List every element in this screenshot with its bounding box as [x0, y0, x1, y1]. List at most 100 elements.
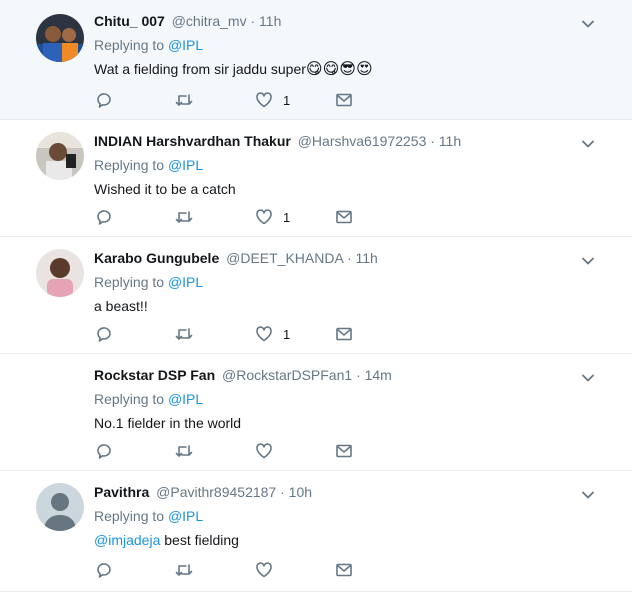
retweet-button[interactable]: [175, 561, 193, 579]
heart-icon: [256, 92, 272, 108]
heart-icon: [256, 443, 272, 459]
like-button[interactable]: 1: [255, 325, 290, 343]
tweet-text: Wished it to be a catch: [94, 181, 236, 197]
heart-icon: [256, 326, 272, 342]
user-handle[interactable]: @Harshva61972253: [298, 133, 427, 149]
direct-message-button[interactable]: [335, 91, 353, 109]
reply-button[interactable]: [95, 442, 113, 460]
tweet-actions: [95, 442, 365, 462]
mention-link[interactable]: @IPL: [168, 508, 203, 524]
retweet-button[interactable]: [175, 208, 193, 226]
reply-icon: [97, 563, 111, 578]
replying-to: Replying to @IPL: [94, 155, 592, 175]
display-name[interactable]: Pavithra: [94, 484, 149, 500]
avatar[interactable]: [36, 249, 84, 297]
direct-message-button[interactable]: [335, 561, 353, 579]
tweet[interactable]: Rockstar DSP Fan @RockstarDSPFan1 · 14m …: [0, 354, 632, 471]
retweet-icon: [175, 564, 193, 576]
avatar[interactable]: [36, 483, 84, 531]
envelope-icon: [336, 444, 352, 458]
like-count: 1: [283, 209, 291, 225]
retweet-icon: [175, 94, 193, 106]
display-name[interactable]: INDIAN Harshvardhan Thakur: [94, 133, 291, 149]
mention-link[interactable]: @IPL: [168, 274, 203, 290]
tweet-text: No.1 fielder in the world: [94, 415, 242, 431]
replying-prefix: Replying to: [94, 391, 165, 407]
retweet-button[interactable]: [175, 91, 193, 109]
reply-icon: [97, 210, 111, 225]
direct-message-button[interactable]: [335, 208, 353, 226]
heart-icon: [256, 209, 272, 225]
mention-link[interactable]: @IPL: [168, 157, 203, 173]
display-name[interactable]: Rockstar DSP Fan: [94, 367, 215, 383]
timestamp[interactable]: · 11h: [430, 133, 461, 149]
envelope-icon: [336, 327, 352, 341]
chevron-down-icon[interactable]: [580, 487, 596, 503]
tweet[interactable]: Karabo Gungubele @DEET_KHANDA · 11h Repl…: [0, 237, 632, 354]
reply-icon: [97, 444, 111, 459]
tweet-actions: 1: [95, 325, 365, 345]
retweet-icon: [175, 445, 193, 457]
replying-prefix: Replying to: [94, 37, 165, 53]
replying-prefix: Replying to: [94, 274, 165, 290]
avatar[interactable]: [36, 14, 84, 62]
user-handle[interactable]: @chitra_mv: [172, 13, 247, 29]
mention-link[interactable]: @imjadeja: [94, 532, 160, 548]
like-button[interactable]: 1: [255, 91, 290, 109]
reply-button[interactable]: [95, 208, 113, 226]
timestamp[interactable]: · 10h: [280, 484, 312, 500]
envelope-icon: [336, 93, 352, 107]
heart-icon: [256, 562, 272, 578]
direct-message-button[interactable]: [335, 442, 353, 460]
replying-prefix: Replying to: [94, 157, 165, 173]
like-button[interactable]: 1: [255, 208, 290, 226]
tweet-actions: 1: [95, 91, 365, 111]
tweet[interactable]: INDIAN Harshvardhan Thakur @Harshva61972…: [0, 120, 632, 237]
chevron-down-icon[interactable]: [580, 370, 596, 386]
tweet-text-body: best fielding: [160, 532, 239, 548]
mention-link[interactable]: @IPL: [168, 391, 203, 407]
reply-icon: [97, 93, 111, 108]
timestamp[interactable]: · 14m: [356, 367, 392, 383]
retweet-button[interactable]: [175, 442, 193, 460]
reply-button[interactable]: [95, 91, 113, 109]
chevron-down-icon[interactable]: [580, 253, 596, 269]
tweet[interactable]: Pavithra @Pavithr89452187 · 10h Replying…: [0, 471, 632, 592]
like-count: 1: [283, 92, 291, 108]
like-count: 1: [283, 326, 291, 342]
display-name[interactable]: Chitu_ 007: [94, 13, 165, 29]
timestamp[interactable]: · 11h: [347, 250, 378, 266]
replying-to: Replying to @IPL: [94, 272, 592, 292]
default-avatar-icon: [36, 483, 84, 531]
emoji-group: 😋😋😎😍: [305, 61, 373, 78]
user-handle[interactable]: @Pavithr89452187: [156, 484, 276, 500]
tweet-text: Wat a fielding from sir jaddu super😋😋😎😍: [94, 59, 592, 80]
replying-to: Replying to @IPL: [94, 506, 592, 526]
envelope-icon: [336, 563, 352, 577]
replying-prefix: Replying to: [94, 508, 165, 524]
direct-message-button[interactable]: [335, 325, 353, 343]
reply-button[interactable]: [95, 325, 113, 343]
like-button[interactable]: [255, 561, 273, 579]
retweet-button[interactable]: [175, 325, 193, 343]
tweet-text: a beast!!: [94, 298, 148, 314]
user-handle[interactable]: @RockstarDSPFan1: [222, 367, 352, 383]
avatar[interactable]: [36, 132, 84, 180]
tweet-actions: 1: [95, 208, 365, 228]
tweet-text: @imjadeja best fielding: [94, 530, 592, 550]
display-name[interactable]: Karabo Gungubele: [94, 250, 219, 266]
tweet-text-body: Wat a fielding from sir jaddu super: [94, 61, 306, 77]
retweet-icon: [175, 211, 193, 223]
user-handle[interactable]: @DEET_KHANDA: [226, 250, 343, 266]
chevron-down-icon[interactable]: [580, 16, 596, 32]
retweet-icon: [175, 328, 193, 340]
mention-link[interactable]: @IPL: [168, 37, 203, 53]
reply-button[interactable]: [95, 561, 113, 579]
timestamp[interactable]: · 11h: [251, 13, 282, 29]
envelope-icon: [336, 210, 352, 224]
tweet[interactable]: Chitu_ 007 @chitra_mv · 11h Replying to …: [0, 0, 632, 120]
tweet-actions: [95, 561, 365, 581]
replying-to: Replying to @IPL: [94, 35, 592, 55]
chevron-down-icon[interactable]: [580, 136, 596, 152]
like-button[interactable]: [255, 442, 273, 460]
